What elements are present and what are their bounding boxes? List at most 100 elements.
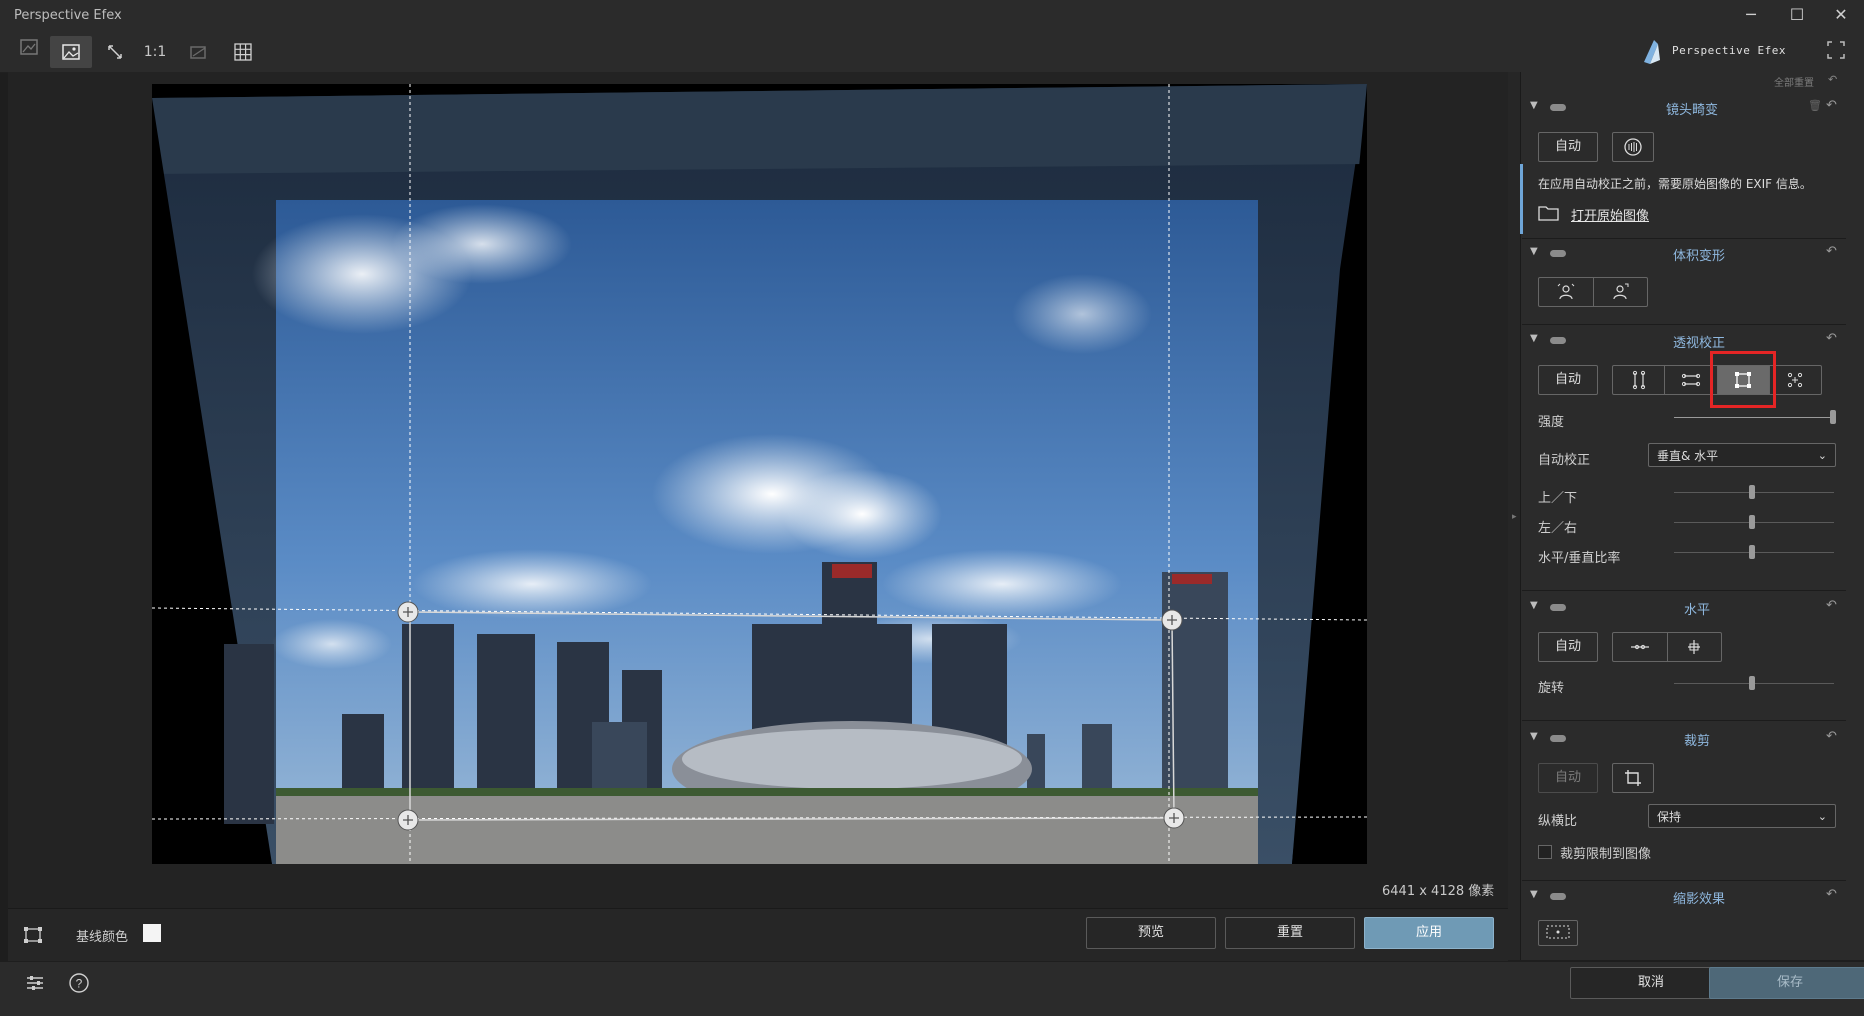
collapse-triangle-icon[interactable]: ▼ xyxy=(1530,600,1538,611)
perspective-auto-button[interactable]: 自动 xyxy=(1538,365,1598,395)
strength-slider-knob[interactable] xyxy=(1830,410,1836,424)
help-icon[interactable]: ? xyxy=(68,972,92,996)
quad-tool-icon[interactable] xyxy=(22,924,44,946)
photo-image xyxy=(152,84,1367,864)
cancel-button[interactable]: 取消 xyxy=(1570,967,1732,999)
section-title-lens: 镜头畸变 xyxy=(1666,103,1719,118)
undo-icon[interactable]: ↶ xyxy=(1826,331,1837,346)
collapse-triangle-icon[interactable]: ▼ xyxy=(1530,731,1538,742)
volume-mode-group xyxy=(1538,277,1648,307)
reset-all-link[interactable]: 全部重置 xyxy=(1774,74,1814,89)
toolbar xyxy=(0,30,1864,73)
auto-correct-label: 自动校正 xyxy=(1538,453,1591,468)
reset-all-icon[interactable]: ↶ xyxy=(1828,73,1837,86)
person-center-icon[interactable] xyxy=(1539,278,1594,306)
rotate-label: 旋转 xyxy=(1538,681,1565,696)
crop-limit-label: 裁剪限制到图像 xyxy=(1560,847,1652,862)
section-toggle-lens[interactable] xyxy=(1550,104,1566,111)
section-title-horizon: 水平 xyxy=(1684,603,1711,618)
single-view-icon[interactable] xyxy=(50,36,92,68)
vertical-axis-icon[interactable] xyxy=(1668,633,1722,661)
baseline-color-label: 基线颜色 xyxy=(76,930,129,945)
chevron-down-icon: ⌄ xyxy=(1817,449,1827,462)
section-toggle-perspective[interactable] xyxy=(1550,337,1566,344)
grid-icon[interactable] xyxy=(226,36,260,68)
crop-auto-button[interactable]: 自动 xyxy=(1538,763,1598,793)
strength-label: 强度 xyxy=(1538,415,1565,430)
image-dimensions: 6441 x 4128 像素 xyxy=(1382,884,1495,899)
collapse-triangle-icon[interactable]: ▼ xyxy=(1530,246,1538,257)
auto-correct-dropdown[interactable]: 垂直& 水平 ⌄ xyxy=(1648,443,1836,467)
crop-icon[interactable] xyxy=(1612,763,1654,793)
undo-icon[interactable]: ↶ xyxy=(1826,887,1837,902)
folder-icon[interactable] xyxy=(1538,204,1560,222)
up-down-slider-knob[interactable] xyxy=(1749,485,1755,499)
zoom-1-1-button[interactable]: 1:1 xyxy=(138,36,172,68)
section-separator xyxy=(1522,324,1846,325)
delete-icon[interactable]: 🗑 xyxy=(1808,99,1822,112)
close-button[interactable]: ✕ xyxy=(1818,0,1864,30)
up-down-label: 上／下 xyxy=(1538,491,1578,506)
control-point-top-right[interactable] xyxy=(1161,609,1183,631)
overlay-icon[interactable] xyxy=(182,36,216,68)
photo-canvas[interactable] xyxy=(152,84,1367,864)
settings-sliders-icon[interactable] xyxy=(24,972,48,996)
horizon-auto-button[interactable]: 自动 xyxy=(1538,632,1598,662)
collapse-triangle-icon[interactable]: ▼ xyxy=(1530,889,1538,900)
brand-name: Perspective Efex xyxy=(1672,44,1786,57)
rotate-slider-knob[interactable] xyxy=(1749,676,1755,690)
window-title: Perspective Efex xyxy=(14,8,122,23)
crop-limit-checkbox[interactable] xyxy=(1538,845,1552,859)
auto-correct-value: 垂直& 水平 xyxy=(1657,449,1719,463)
section-toggle-vignette[interactable] xyxy=(1550,893,1566,900)
minimize-button[interactable]: ─ xyxy=(1728,0,1774,30)
collapse-triangle-icon[interactable]: ▼ xyxy=(1530,333,1538,344)
compare-view-icon[interactable] xyxy=(12,36,46,68)
info-accent-bar xyxy=(1520,164,1523,234)
section-separator xyxy=(1522,880,1846,881)
panel-divider[interactable]: ▸ xyxy=(1508,72,1520,960)
horizon-mode-group xyxy=(1612,632,1722,662)
section-toggle-volume[interactable] xyxy=(1550,250,1566,257)
vertical-lines-icon[interactable] xyxy=(1613,366,1666,394)
control-point-bottom-left[interactable] xyxy=(397,809,419,831)
section-toggle-horizon[interactable] xyxy=(1550,604,1566,611)
save-button[interactable]: 保存 xyxy=(1709,967,1864,999)
brand-logo-icon xyxy=(1640,38,1664,66)
undo-icon[interactable]: ↶ xyxy=(1826,598,1837,613)
collapse-triangle-icon[interactable]: ▼ xyxy=(1530,100,1538,111)
lens-profile-button[interactable] xyxy=(1612,132,1654,162)
ratio-slider-knob[interactable] xyxy=(1749,545,1755,559)
section-title-volume: 体积变形 xyxy=(1673,249,1726,264)
left-right-label: 左／右 xyxy=(1538,521,1578,536)
point-correction-icon[interactable] xyxy=(1770,366,1821,394)
horizon-line-icon[interactable] xyxy=(1613,633,1668,661)
undo-icon[interactable]: ↶ xyxy=(1826,244,1837,259)
left-right-slider-knob[interactable] xyxy=(1749,515,1755,529)
reset-button[interactable]: 重置 xyxy=(1225,917,1355,949)
strength-slider-track[interactable] xyxy=(1674,417,1834,418)
fit-screen-icon[interactable] xyxy=(98,36,132,68)
undo-icon[interactable]: ↶ xyxy=(1826,98,1837,113)
aspect-value: 保持 xyxy=(1657,810,1682,824)
section-separator xyxy=(1522,590,1846,591)
open-original-link[interactable]: 打开原始图像 xyxy=(1571,205,1649,224)
apply-button[interactable]: 应用 xyxy=(1364,917,1494,949)
aspect-dropdown[interactable]: 保持 ⌄ xyxy=(1648,804,1836,828)
lens-auto-button[interactable]: 自动 xyxy=(1538,132,1598,162)
fullscreen-icon[interactable] xyxy=(1826,40,1850,64)
vignette-frame-icon[interactable] xyxy=(1538,920,1578,946)
svg-text:?: ? xyxy=(76,977,83,991)
section-title-crop: 裁剪 xyxy=(1684,734,1711,749)
person-edge-icon[interactable] xyxy=(1594,278,1648,306)
maximize-button[interactable]: ☐ xyxy=(1774,0,1820,30)
highlight-box xyxy=(1710,351,1776,408)
preview-button[interactable]: 预览 xyxy=(1086,917,1216,949)
control-point-top-left[interactable] xyxy=(397,601,419,623)
section-toggle-crop[interactable] xyxy=(1550,735,1566,742)
baseline-color-swatch[interactable] xyxy=(143,924,161,942)
lens-exif-info: 在应用自动校正之前，需要原始图像的 EXIF 信息。 xyxy=(1538,177,1812,191)
ratio-label: 水平/垂直比率 xyxy=(1538,551,1621,566)
control-point-bottom-right[interactable] xyxy=(1163,807,1185,829)
undo-icon[interactable]: ↶ xyxy=(1826,729,1837,744)
